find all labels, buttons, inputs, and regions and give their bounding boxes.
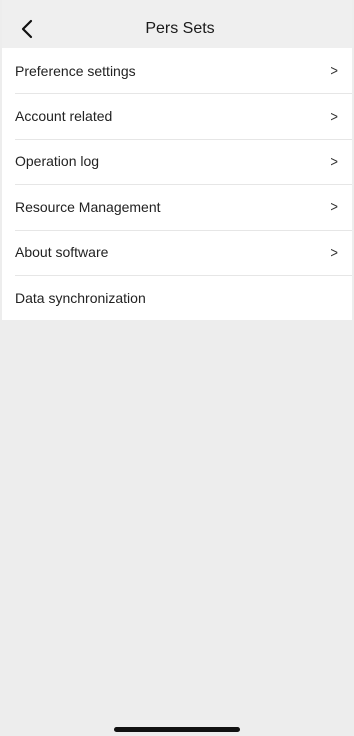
chevron-left-icon — [21, 19, 33, 39]
chevron-right-icon: > — [330, 244, 338, 261]
settings-menu-list: Preference settings > Account related > … — [2, 48, 352, 321]
menu-item-preference-settings[interactable]: Preference settings > — [2, 48, 352, 93]
back-button[interactable] — [10, 12, 44, 46]
menu-item-label: Operation log — [15, 153, 100, 170]
menu-item-label: Data synchronization — [15, 289, 146, 306]
settings-screen: Pers Sets Preference settings > Account … — [2, 0, 352, 736]
menu-item-label: Resource Management — [15, 198, 161, 215]
menu-item-label: Account related — [15, 108, 113, 125]
chevron-right-icon: > — [330, 107, 338, 125]
chevron-right-icon: > — [330, 62, 338, 79]
navigation-bar: Pers Sets — [2, 0, 352, 48]
chevron-right-icon: > — [330, 153, 338, 170]
chevron-right-icon: > — [330, 198, 338, 216]
menu-item-operation-log[interactable]: Operation log > — [2, 138, 352, 184]
home-indicator[interactable] — [114, 727, 240, 732]
menu-item-resource-management[interactable]: Resource Management > — [2, 184, 352, 229]
menu-item-data-synchronization[interactable]: Data synchronization — [2, 274, 352, 320]
menu-item-label: About software — [15, 244, 109, 261]
menu-item-label: Preference settings — [15, 62, 136, 79]
menu-item-about-software[interactable]: About software > — [2, 229, 352, 275]
page-title: Pers Sets — [145, 20, 215, 37]
menu-item-account-related[interactable]: Account related > — [2, 93, 352, 138]
